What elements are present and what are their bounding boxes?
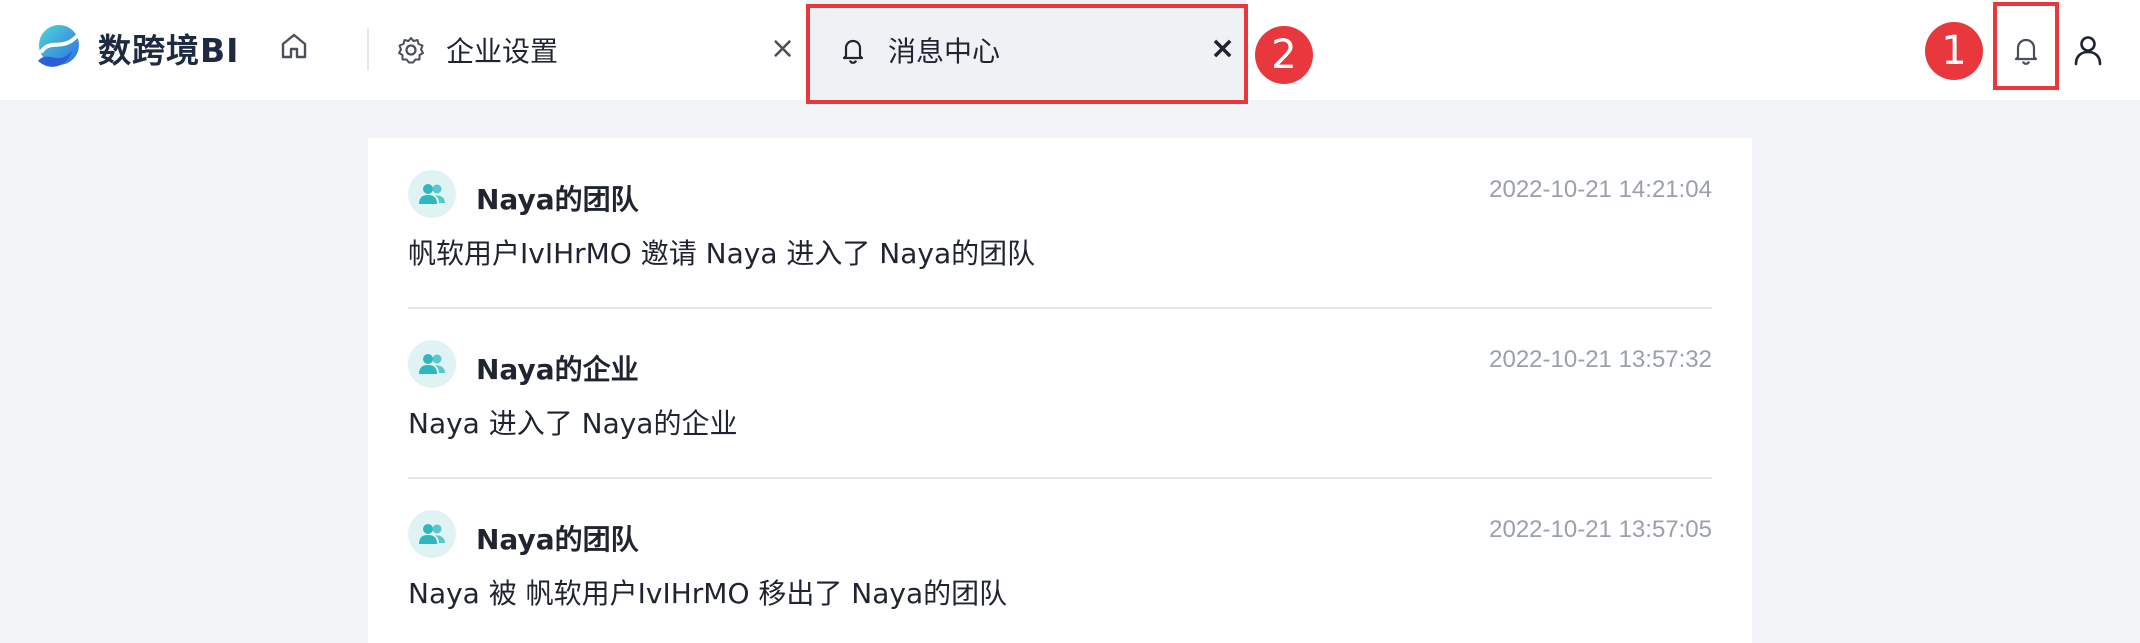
team-avatar [408,340,456,388]
message-body: Naya 被 帆软用户IvIHrMO 移出了 Naya的团队 [408,577,1008,610]
message-divider [408,307,1712,309]
message-title: Naya的团队 [476,183,639,216]
message-time: 2022-10-21 13:57:32 [1489,346,1712,373]
team-avatar [408,510,456,558]
tab-message-center[interactable]: 消息中心 × [806,0,1246,100]
app-name: 数跨境BI [98,31,240,70]
team-avatar [408,170,456,218]
home-icon[interactable] [278,30,310,62]
logo-icon [38,25,79,67]
message-item[interactable]: Naya的企业 2022-10-21 13:57:32 Naya 进入了 Nay… [408,340,1712,480]
message-body: Naya 进入了 Naya的企业 [408,407,738,440]
app-logo[interactable]: 数跨境BI [32,20,239,76]
message-title: Naya的企业 [476,353,639,386]
team-icon [419,524,445,544]
tab-enterprise-settings[interactable]: 企业设置 × [396,0,798,100]
step-badge-1: 1 [1925,22,1983,80]
step-badge-2: 2 [1255,26,1313,84]
message-item[interactable]: Naya的团队 2022-10-21 14:21:04 帆软用户IvIHrMO … [408,170,1712,310]
message-time: 2022-10-21 13:57:05 [1489,516,1712,543]
top-bar: 数跨境BI 企业设置 × 消息中心 × 1 2 [0,0,2140,104]
message-title: Naya的团队 [476,523,639,556]
message-item[interactable]: Naya的团队 2022-10-21 13:57:05 Naya 被 帆软用户I… [408,510,1712,643]
team-icon [419,184,445,204]
team-icon [419,354,445,374]
tab-close-button[interactable]: × [770,34,795,64]
tab-close-button[interactable]: × [1210,34,1235,64]
tab-label: 消息中心 [888,35,1001,68]
message-list-panel: Naya的团队 2022-10-21 14:21:04 帆软用户IvIHrMO … [368,138,1752,643]
tab-label: 企业设置 [446,35,559,68]
tab-divider [367,28,369,70]
gear-icon [398,37,424,64]
message-body: 帆软用户IvIHrMO 邀请 Naya 进入了 Naya的团队 [408,237,1036,270]
message-divider [408,477,1712,479]
message-time: 2022-10-21 14:21:04 [1489,176,1712,203]
notification-bell-icon[interactable] [2008,32,2044,68]
user-icon[interactable] [2070,32,2106,68]
bell-icon [842,39,864,64]
